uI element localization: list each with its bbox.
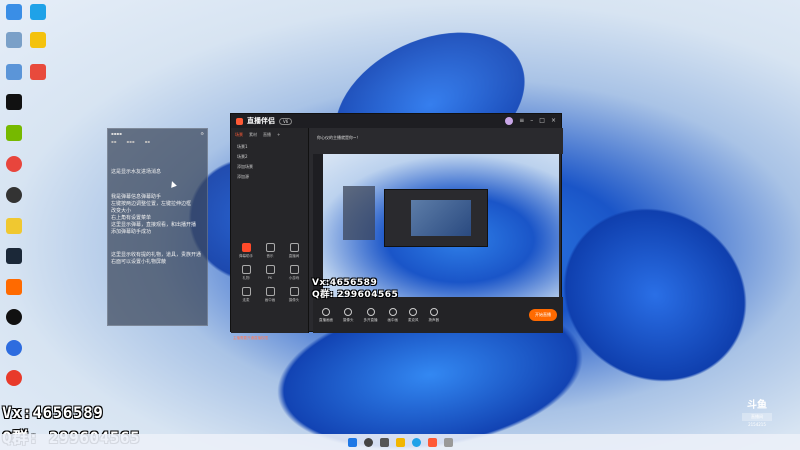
chat-line: 右上角有设置菜单 [111, 215, 152, 221]
tool-item[interactable]: 画中画 [258, 287, 282, 303]
preview-watermark-qq: Q群: 299604565 [312, 290, 399, 300]
tab-live[interactable]: 直播 [263, 132, 271, 138]
edge-icon[interactable] [411, 437, 421, 447]
chat-line: 左键按两边调整位置，左键拉伸边框 [111, 201, 192, 207]
preview-overlay [343, 186, 375, 240]
preview-side-strip [313, 154, 323, 297]
taskbar [0, 434, 800, 450]
tool-item[interactable]: 连麦 [234, 287, 258, 303]
maximize-icon[interactable]: □ [539, 117, 545, 125]
chat-line: 改变大小 [111, 208, 132, 214]
taskbar-app-icon[interactable] [443, 437, 453, 447]
scene-item[interactable]: 添加场景 [231, 162, 308, 172]
close-icon[interactable]: × [551, 117, 556, 125]
app-logo-icon [236, 117, 243, 125]
scene-item[interactable]: 场景2 [231, 152, 308, 162]
tool-item[interactable]: 礼物 [234, 265, 258, 281]
tool-grid: 弹幕助手 音乐 直播间 礼物 PK 小游戏 连麦 画中画 摄像头 [234, 243, 306, 303]
desktop-icon[interactable] [3, 279, 25, 295]
watermark-vx: Vx:4656589 [2, 403, 104, 422]
toolbar-item[interactable]: 画中画 [388, 307, 398, 323]
tool-item[interactable]: PK [258, 265, 282, 281]
desktop-icon[interactable] [3, 4, 25, 20]
tool-item[interactable]: 直播间 [282, 243, 306, 259]
douyu-watermark: 斗鱼 直播间 2154215 [742, 396, 772, 430]
toolbar-item[interactable]: 麦克风 [408, 307, 419, 323]
bottom-toolbar: 直播画面 摄像头 多开直播 画中画 麦克风 扬声器 开始直播 [313, 297, 563, 333]
desktop-icon[interactable] [3, 370, 25, 386]
menu-icon[interactable]: ≡ [519, 117, 524, 125]
app-brand: 直播伴侣 [247, 117, 275, 125]
desktop-icon[interactable] [3, 156, 25, 172]
desktop-icon[interactable] [3, 218, 25, 234]
desktop-icon[interactable] [3, 125, 25, 141]
scene-item[interactable]: 添加源 [231, 172, 308, 182]
toolbar-item[interactable]: 多开直播 [364, 307, 378, 323]
desktop-icon[interactable] [3, 187, 25, 203]
desktop-icon[interactable] [27, 64, 49, 80]
file-explorer-icon[interactable] [395, 437, 405, 447]
desktop-icon[interactable] [27, 32, 49, 48]
toolbar-item[interactable]: 摄像头 [343, 307, 354, 323]
chat-line: 添加弹幕助手成功 [111, 229, 152, 235]
overlay-tabs: ▪▪ ▪▪▪ ▪▪ [111, 139, 150, 144]
scene-item[interactable]: 场景1 [231, 142, 308, 152]
tool-item[interactable]: 摄像头 [282, 287, 306, 303]
danmu-helper-overlay[interactable]: ▪▪▪▪ ⚙ ▪▪ ▪▪▪ ▪▪ 这是显示水友进场消息 我是弹幕信息弹幕助手 左键按两… [107, 128, 208, 326]
toolbar-item[interactable]: 扬声器 [429, 307, 439, 323]
add-icon[interactable]: + [277, 132, 280, 138]
chat-line: 我是弹幕信息弹幕助手 [111, 194, 162, 200]
desktop: { "watermark": { "vx": "Vx:4656589", "qq… [0, 0, 800, 450]
search-icon[interactable] [363, 437, 373, 447]
toolbar-item[interactable]: 直播画面 [319, 307, 333, 323]
desktop-icon[interactable] [3, 248, 25, 264]
desktop-icon[interactable] [3, 340, 25, 356]
panel-tabs: 场景 素材 直播 + [231, 128, 308, 142]
task-view-icon[interactable] [379, 437, 389, 447]
live-preview[interactable] [313, 154, 559, 297]
chat-line: 这是显示水友进场消息 [111, 169, 162, 175]
nested-app-window [384, 189, 488, 247]
desktop-icon[interactable] [3, 309, 25, 325]
chat-line: 右面可以设置小礼物屏蔽 [111, 259, 167, 265]
desktop-icon[interactable] [27, 4, 49, 20]
room-header: 你心仪的主播就是你~！ [313, 128, 563, 154]
tool-item[interactable]: 小游戏 [282, 265, 306, 281]
version-badge[interactable]: V6 [279, 117, 293, 125]
streaming-app-icon[interactable] [427, 437, 437, 447]
desktop-icon[interactable] [3, 64, 25, 80]
go-live-button[interactable]: 开始直播 [529, 309, 557, 321]
left-panel: 场景 素材 直播 + 场景1 场景2 添加场景 添加源 弹幕助手 音乐 直播间 … [231, 128, 309, 340]
chat-line: 这里显示收有提的礼物，道具，贵族开通 [111, 252, 202, 258]
room-title[interactable]: 你心仪的主播就是你~！ [317, 135, 360, 141]
app-titlebar: 直播伴侣 V6 ≡ – □ × [231, 114, 561, 128]
window-controls: ≡ – □ × [505, 117, 556, 125]
tab-scenes[interactable]: 场景 [235, 132, 243, 138]
overlay-header: ▪▪▪▪ ⚙ [111, 131, 204, 137]
desktop-icon[interactable] [3, 94, 25, 110]
tab-assets[interactable]: 素材 [249, 132, 257, 138]
gear-icon[interactable]: ⚙ [200, 131, 204, 137]
minimize-icon[interactable]: – [530, 117, 533, 125]
start-icon[interactable] [347, 437, 357, 447]
status-text: 主播需要开通直播权限 [233, 336, 268, 340]
tool-item[interactable]: 音乐 [258, 243, 282, 259]
tool-item[interactable]: 弹幕助手 [234, 243, 258, 259]
desktop-icon[interactable] [3, 32, 25, 48]
chat-line: 这里显示弹幕，直接观看，和出播开播 [111, 222, 197, 228]
avatar[interactable] [505, 117, 514, 125]
